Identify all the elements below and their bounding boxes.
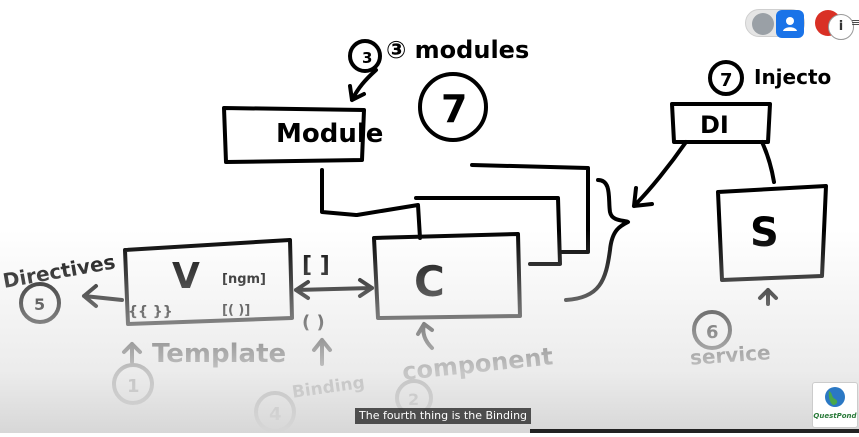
service-num: 6 bbox=[706, 322, 719, 343]
view-toggle[interactable] bbox=[745, 9, 805, 38]
two-way-label: [( )] bbox=[222, 303, 250, 318]
logo-text: QuestPond bbox=[813, 412, 857, 420]
person-icon-gray bbox=[752, 13, 774, 35]
component-box-middle bbox=[414, 196, 562, 266]
questpond-logo: QuestPond bbox=[812, 382, 858, 428]
template-box-label: V bbox=[172, 256, 200, 297]
modules-label: ③ modules bbox=[386, 36, 529, 64]
whiteboard-canvas: 3 ③ modules 7 Module 7 Injecto DI S C V … bbox=[0, 0, 859, 433]
menu-icon[interactable]: ≡ bbox=[851, 16, 859, 29]
template-num: 1 bbox=[127, 376, 140, 397]
whiteboard-drawing: 3 ③ modules 7 Module 7 Injecto DI S C V … bbox=[1, 36, 831, 433]
template-label: Template bbox=[152, 339, 286, 369]
di-arrow bbox=[632, 140, 688, 208]
binding-arrow bbox=[312, 338, 332, 366]
component-box-main bbox=[372, 232, 522, 320]
video-progress-bar[interactable] bbox=[530, 429, 859, 433]
component-box-front-top bbox=[355, 203, 422, 240]
component-label: component bbox=[401, 342, 554, 386]
interpolation-label: {{ }} bbox=[128, 304, 173, 320]
component-box-label: C bbox=[414, 257, 445, 306]
service-label: service bbox=[689, 340, 771, 370]
directives-arrow bbox=[82, 284, 124, 308]
ngmodel-label: [ngm] bbox=[222, 272, 266, 287]
square-brackets-label: [ ] bbox=[302, 253, 330, 278]
service-arrow bbox=[758, 288, 778, 306]
component-arrow bbox=[416, 322, 434, 350]
injector-num: 7 bbox=[720, 70, 733, 91]
round-brackets-label: ( ) bbox=[302, 312, 325, 333]
binding-label: Binding bbox=[291, 373, 366, 403]
seven-label: 7 bbox=[441, 87, 467, 131]
subtitle-caption: The fourth thing is the Binding bbox=[355, 408, 532, 424]
person-icon-blue bbox=[776, 10, 804, 38]
directives-num: 5 bbox=[34, 295, 45, 314]
binding-num: 4 bbox=[269, 404, 282, 425]
di-label: DI bbox=[700, 111, 729, 139]
globe-icon bbox=[825, 387, 845, 407]
binding-double-arrow bbox=[294, 278, 374, 300]
brace bbox=[564, 178, 630, 302]
injector-label: Injecto bbox=[754, 65, 831, 89]
template-arrow bbox=[122, 342, 142, 364]
di-line-down bbox=[760, 140, 776, 184]
component-num: 2 bbox=[408, 390, 419, 409]
component-box-back bbox=[470, 163, 590, 254]
module-connector bbox=[320, 168, 358, 217]
top-controls bbox=[745, 8, 841, 38]
directives-label: Directives bbox=[1, 249, 117, 292]
modules-num: 3 bbox=[362, 49, 372, 67]
service-box-label: S bbox=[750, 210, 779, 256]
modules-arrow bbox=[348, 68, 378, 102]
module-box-label: Module bbox=[276, 119, 383, 149]
